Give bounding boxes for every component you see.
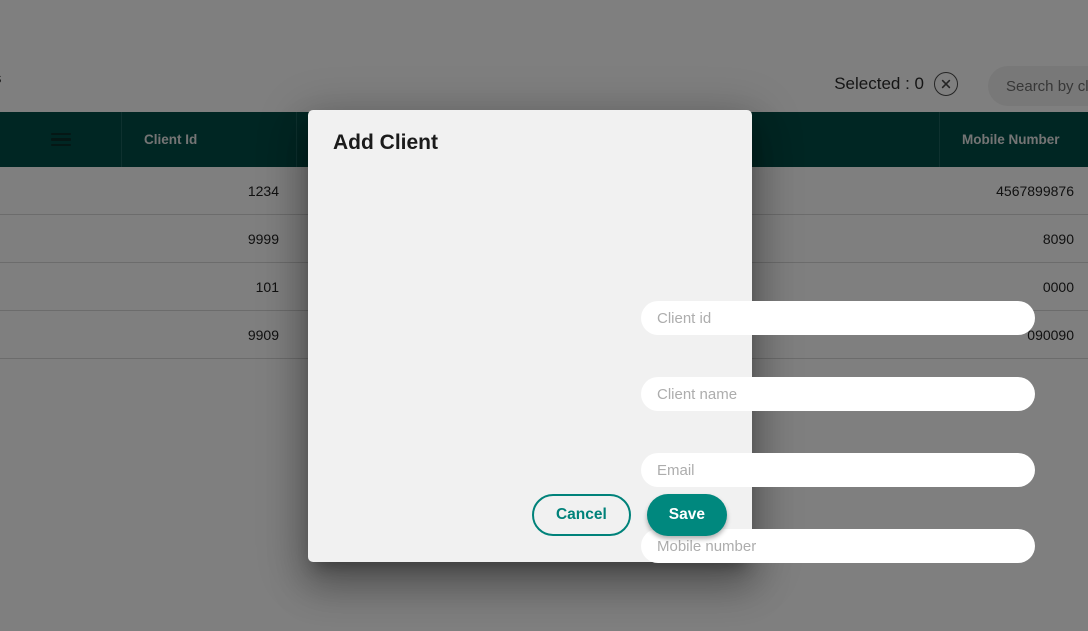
- dialog-title: Add Client: [333, 131, 438, 154]
- dialog-action-bar: Cancel Save: [531, 494, 727, 536]
- client-name-input[interactable]: [641, 377, 1035, 411]
- email-input[interactable]: [641, 453, 1035, 487]
- save-button[interactable]: Save: [646, 494, 727, 536]
- app-root: s Selected : 0 Search by clie: [0, 0, 1088, 631]
- add-client-dialog: Add Client Cancel Save: [308, 110, 1035, 563]
- client-id-input[interactable]: [641, 301, 1035, 335]
- cancel-button[interactable]: Cancel: [531, 494, 631, 536]
